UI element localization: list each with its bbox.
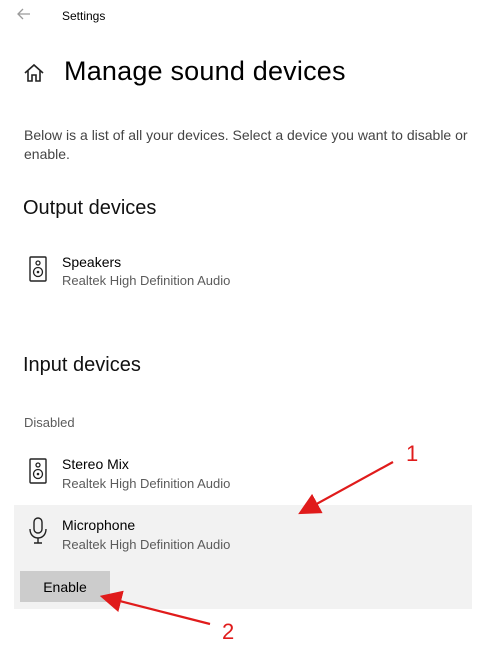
input-devices-heading: Input devices	[23, 354, 141, 376]
device-driver: Realtek High Definition Audio	[62, 476, 231, 491]
disabled-group-label: Disabled	[24, 415, 75, 430]
microphone-icon	[28, 517, 52, 545]
device-driver: Realtek High Definition Audio	[62, 273, 231, 288]
output-devices-heading: Output devices	[23, 197, 157, 219]
back-arrow-icon[interactable]	[14, 6, 34, 26]
speaker-icon	[28, 256, 52, 284]
annotation-label-1: 1	[406, 441, 419, 466]
device-speakers[interactable]: Speakers Realtek High Definition Audio	[14, 248, 472, 298]
device-driver: Realtek High Definition Audio	[62, 537, 231, 552]
enable-button[interactable]: Enable	[20, 571, 110, 602]
speaker-icon	[28, 458, 52, 486]
device-name: Stereo Mix	[62, 456, 129, 472]
page-description: Below is a list of all your devices. Sel…	[24, 127, 468, 162]
home-icon[interactable]	[23, 62, 45, 84]
page-title: Manage sound devices	[64, 56, 346, 86]
device-name: Microphone	[62, 517, 136, 533]
device-stereo-mix[interactable]: Stereo Mix Realtek High Definition Audio	[14, 450, 472, 502]
device-name: Speakers	[62, 254, 122, 270]
annotation-label-2: 2	[222, 619, 235, 644]
window-title: Settings	[62, 9, 106, 23]
